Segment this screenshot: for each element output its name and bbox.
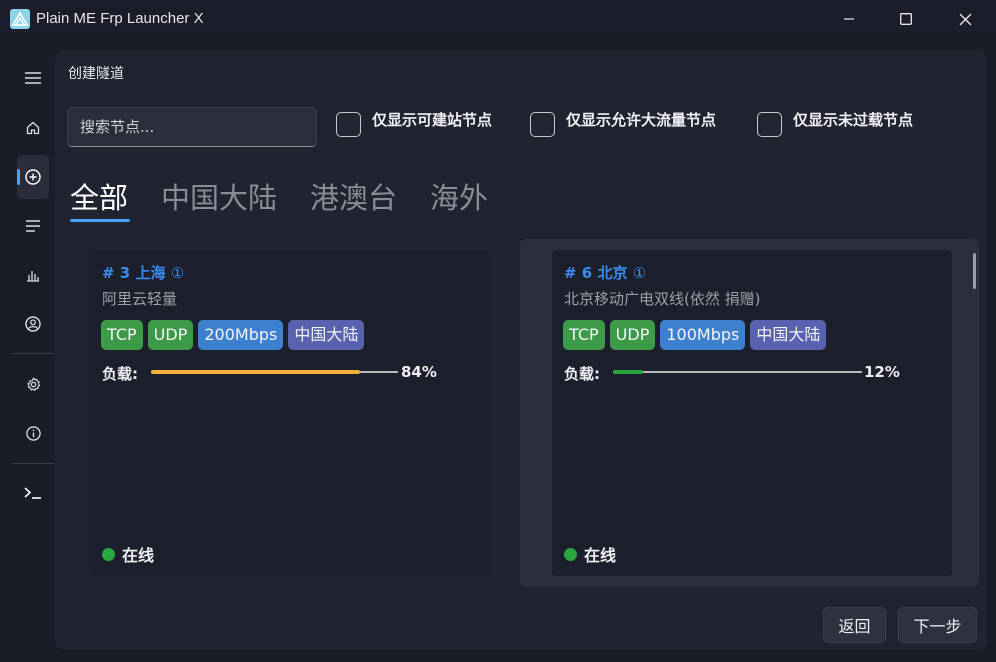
node-tags: TCP UDP 200Mbps 中国大陆 (101, 320, 365, 350)
sidebar-divider (12, 353, 54, 354)
tab-overseas[interactable]: 海外 (430, 175, 488, 217)
node-description: 阿里云轻量 (102, 290, 178, 308)
load-percent: 12% (864, 363, 900, 381)
tag-bandwidth: 200Mbps (198, 320, 284, 350)
sidebar-item-create-tunnel[interactable] (17, 155, 49, 199)
sidebar-item-console[interactable] (17, 471, 49, 515)
status-text: 在线 (584, 546, 617, 565)
load-bar-fill (613, 370, 643, 374)
load-percent: 84% (401, 363, 437, 381)
active-indicator (17, 169, 20, 185)
checkbox[interactable] (757, 112, 782, 137)
checkbox-label: 仅显示未过载节点 (793, 111, 914, 129)
filter-high-traffic-nodes[interactable]: 仅显示允许大流量节点 (530, 111, 717, 137)
app-logo-icon (10, 9, 30, 29)
node-tags: TCP UDP 100Mbps 中国大陆 (563, 320, 827, 350)
tag-bandwidth: 100Mbps (660, 320, 746, 350)
load-label: 负载: (564, 365, 600, 383)
sidebar-item-settings[interactable] (17, 362, 49, 406)
tag-region: 中国大陆 (288, 320, 365, 350)
hamburger-menu-icon (25, 72, 41, 84)
filter-buildable-nodes[interactable]: 仅显示可建站节点 (336, 111, 493, 137)
minimize-icon (844, 18, 854, 20)
tag-udp: UDP (147, 320, 194, 350)
list-icon (26, 220, 40, 232)
back-button[interactable]: 返回 (823, 607, 886, 643)
tag-udp: UDP (609, 320, 656, 350)
close-icon (959, 13, 971, 25)
sidebar-item-home[interactable] (17, 106, 49, 150)
tab-hk-macau-taiwan[interactable]: 港澳台 (310, 175, 397, 217)
home-icon (26, 121, 40, 135)
scrollbar-thumb[interactable] (973, 253, 976, 289)
sidebar-menu-toggle[interactable] (17, 56, 49, 100)
node-status: 在线 (564, 542, 616, 566)
filter-not-overloaded-nodes[interactable]: 仅显示未过载节点 (757, 111, 914, 137)
sidebar-item-user[interactable] (17, 302, 49, 346)
bar-chart-icon (27, 271, 39, 282)
page-title: 创建隧道 (68, 66, 124, 82)
status-dot (102, 547, 115, 561)
sidebar-item-about[interactable] (17, 411, 49, 455)
maximize-button[interactable] (883, 0, 929, 38)
node-card-shanghai[interactable]: # 3 上海 ① 阿里云轻量 TCP UDP 200Mbps 中国大陆 负载: … (90, 250, 490, 576)
active-tab-indicator (70, 219, 130, 222)
node-title: # 3 上海 ① (102, 264, 185, 282)
sidebar-item-statistics[interactable] (17, 253, 49, 297)
status-dot (564, 547, 577, 561)
node-info-icon: ① (170, 264, 185, 282)
settings-icon (26, 377, 40, 391)
checkbox-label: 仅显示允许大流量节点 (566, 111, 717, 129)
window-title: Plain ME Frp Launcher X (36, 10, 204, 27)
add-circle-icon (25, 169, 41, 185)
close-button[interactable] (942, 0, 988, 38)
tab-all[interactable]: 全部 (70, 175, 128, 217)
main-content: 创建隧道 仅显示可建站节点 仅显示允许大流量节点 仅显示未过载节点 全部 中国大… (55, 50, 987, 650)
load-bar-track (613, 371, 862, 373)
terminal-icon (24, 487, 41, 499)
load-label: 负载: (102, 365, 138, 383)
sidebar-nav (0, 38, 55, 662)
next-step-button[interactable]: 下一步 (898, 607, 977, 643)
node-card-beijing[interactable]: # 6 北京 ① 北京移动广电双线(依然 捐赠) TCP UDP 100Mbps… (552, 250, 952, 576)
minimize-button[interactable] (826, 0, 872, 38)
tag-tcp: TCP (563, 320, 605, 350)
tab-mainland-china[interactable]: 中国大陆 (161, 175, 277, 217)
sidebar-divider (12, 463, 54, 464)
node-description: 北京移动广电双线(依然 捐赠) (564, 290, 761, 308)
node-info-icon: ① (632, 264, 647, 282)
checkbox[interactable] (530, 112, 555, 137)
maximize-icon (900, 13, 912, 25)
sidebar-item-tunnel-list[interactable] (17, 204, 49, 248)
info-icon (25, 425, 41, 441)
checkbox[interactable] (336, 112, 361, 137)
tag-tcp: TCP (101, 320, 143, 350)
tag-region: 中国大陆 (750, 320, 827, 350)
node-title: # 6 北京 ① (564, 264, 647, 282)
title-bar: Plain ME Frp Launcher X (0, 0, 996, 38)
checkbox-label: 仅显示可建站节点 (372, 111, 493, 129)
search-input[interactable] (67, 107, 317, 147)
user-icon (25, 316, 41, 332)
node-status: 在线 (102, 542, 154, 566)
status-text: 在线 (122, 546, 155, 565)
load-bar-fill (151, 370, 360, 374)
